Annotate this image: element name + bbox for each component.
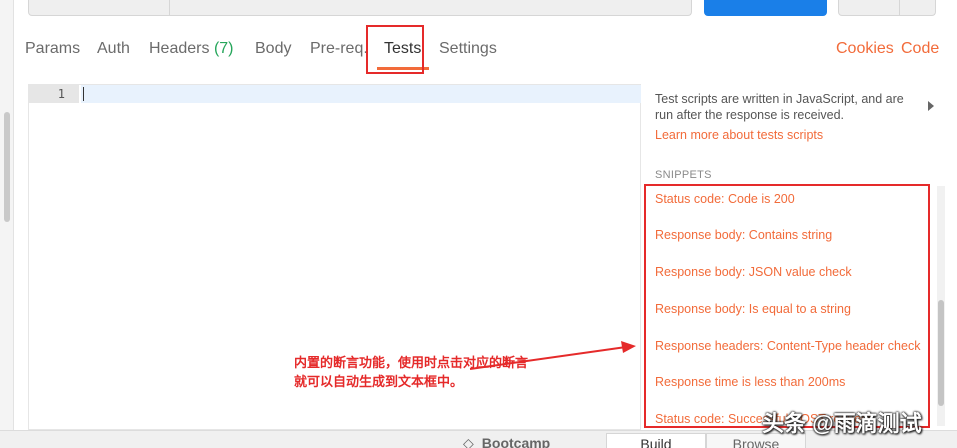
request-tabs: Params Auth Headers (7) Body Pre-req. Te… [0, 30, 957, 70]
method-divider [169, 0, 170, 15]
left-scrollbar-thumb[interactable] [4, 112, 10, 222]
tab-params[interactable]: Params [25, 40, 80, 58]
editor-gutter: 1 [29, 85, 79, 429]
send-button[interactable] [704, 0, 827, 16]
annotation-line-1: 内置的断言功能，使用时点击对应的断言 [294, 355, 529, 370]
tests-tab-highlight-box [366, 25, 424, 74]
line-number: 1 [29, 85, 79, 103]
tab-body[interactable]: Body [255, 40, 291, 58]
annotation-line-2: 就可以自动生成到文本框中。 [294, 374, 464, 389]
learn-more-link[interactable]: Learn more about tests scripts [655, 128, 823, 142]
bootcamp-button[interactable]: ◇ Bootcamp [463, 435, 550, 448]
build-tab[interactable]: Build [606, 433, 706, 448]
tab-headers[interactable]: Headers (7) [149, 40, 234, 58]
code-link[interactable]: Code [901, 40, 939, 58]
text-cursor [83, 87, 84, 101]
headers-count-badge: (7) [213, 40, 234, 57]
annotation-text: 内置的断言功能，使用时点击对应的断言 就可以自动生成到文本框中。 [294, 353, 554, 391]
tab-prereq[interactable]: Pre-req. [310, 40, 368, 58]
snippets-scrollbar[interactable] [937, 186, 945, 426]
save-dropdown-divider [899, 0, 900, 15]
tab-headers-label: Headers [149, 40, 210, 57]
tab-auth[interactable]: Auth [97, 40, 130, 58]
save-button[interactable] [838, 0, 936, 16]
request-url-bar[interactable] [28, 0, 692, 16]
snippets-highlight-box [644, 184, 930, 428]
snippets-scrollbar-thumb[interactable] [938, 300, 944, 406]
bootcamp-label: Bootcamp [481, 435, 551, 448]
cookies-link[interactable]: Cookies [836, 40, 894, 58]
active-line-highlight[interactable] [81, 85, 641, 103]
snippets-heading: SNIPPETS [655, 169, 712, 181]
tests-description: Test scripts are written in JavaScript, … [655, 92, 904, 122]
tab-settings[interactable]: Settings [439, 40, 497, 58]
bootcamp-icon: ◇ [463, 435, 474, 448]
collapse-panel-icon[interactable] [928, 101, 934, 111]
watermark: 头条 @雨滴测试 [762, 411, 922, 436]
